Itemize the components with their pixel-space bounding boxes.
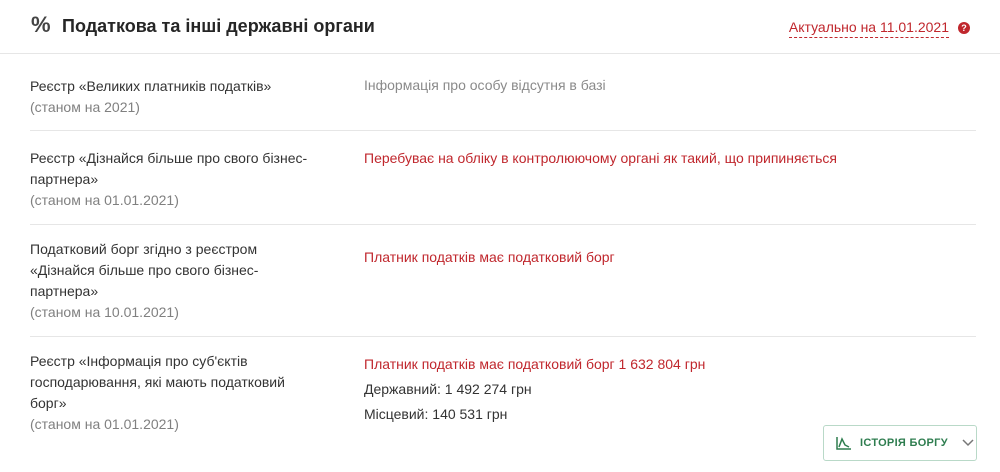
registry-name-line: Податковий борг згідно з реєстром: [30, 241, 258, 257]
registry-name-line: борг»: [30, 395, 67, 411]
actual-date-link[interactable]: Актуально на 11.01.2021: [788, 18, 949, 38]
section-header: % Податкова та інші державні органи Акту…: [0, 0, 1000, 54]
debt-total: Платник податків має податковий борг 1 6…: [364, 356, 706, 372]
registry-name-line: Реєстр «Дізнайся більше про свого бізнес…: [30, 150, 308, 166]
registry-name-line: господарювання, які мають податковий: [30, 374, 285, 390]
registry-row-business-partner: Реєстр «Дізнайся більше про свого бізнес…: [30, 131, 976, 225]
chevron-down-icon: [962, 439, 974, 447]
registry-value: Перебуває на обліку в контролюючому орга…: [364, 150, 837, 166]
registry-as-of: (станом на 10.01.2021): [30, 304, 179, 320]
debt-state: Державний: 1 492 274 грн: [364, 381, 532, 397]
registry-name-line: Реєстр «Інформація про суб'єктів: [30, 353, 248, 369]
registry-name: Реєстр «Дізнайся більше про свого бізнес…: [30, 148, 330, 211]
actual-date[interactable]: Актуально на 11.01.2021 ?: [788, 18, 970, 38]
registry-as-of: (станом на 01.01.2021): [30, 192, 179, 208]
registry-name-line: «Дізнайся більше про свого бізнес-: [30, 262, 259, 278]
registry-row-large-taxpayers: Реєстр «Великих платників податків» (ста…: [30, 54, 976, 131]
question-icon[interactable]: ?: [958, 22, 970, 34]
percent-icon: %: [31, 12, 51, 37]
registry-value: Інформація про особу відсутня в базі: [364, 77, 606, 93]
registry-name-line: партнера»: [30, 171, 99, 187]
debt-local: Місцевий: 140 531 грн: [364, 406, 508, 422]
debt-history-button[interactable]: ІСТОРІЯ БОРГУ: [823, 425, 977, 461]
section-title: Податкова та інші державні органи: [62, 16, 375, 36]
chart-icon: [836, 437, 851, 450]
registry-name: Реєстр «Великих платників податків» (ста…: [30, 76, 330, 118]
debt-history-label: ІСТОРІЯ БОРГУ: [860, 437, 948, 449]
registry-name-line: Реєстр «Великих платників податків»: [30, 78, 272, 94]
registry-as-of: (станом на 2021): [30, 99, 140, 115]
registry-as-of: (станом на 01.01.2021): [30, 416, 179, 432]
registry-row-tax-debt: Податковий борг згідно з реєстром «Дізна…: [30, 225, 976, 337]
registry-name: Податковий борг згідно з реєстром «Дізна…: [30, 239, 330, 323]
registry-name-line: партнера»: [30, 283, 99, 299]
registry-name: Реєстр «Інформація про суб'єктів господа…: [30, 351, 330, 435]
registry-value: Платник податків має податковий борг: [364, 249, 615, 265]
registry-value: Платник податків має податковий борг 1 6…: [364, 352, 964, 427]
